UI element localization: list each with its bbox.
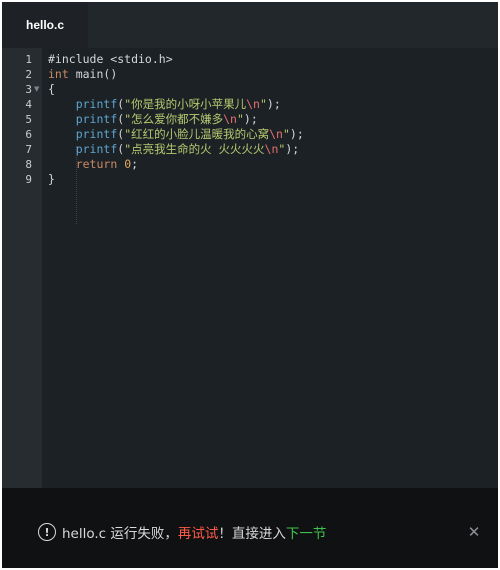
line-number: 4 xyxy=(25,98,32,111)
code-token: printf xyxy=(75,112,118,126)
close-icon[interactable]: ✕ xyxy=(467,524,481,540)
retry-link[interactable]: 再试试 xyxy=(178,522,219,542)
line-number: 3 xyxy=(25,83,32,96)
code-line: return 0; xyxy=(48,157,138,172)
code-token: { xyxy=(48,82,55,96)
code-token: " xyxy=(282,127,290,141)
code-token: \n xyxy=(269,127,283,141)
code-line: printf("红红的小脸儿温暖我的心窝\n"); xyxy=(48,127,304,142)
code-token: " xyxy=(259,97,267,111)
code-token: ); xyxy=(243,112,258,126)
code-token: "点亮我生命的火 火火火火 xyxy=(124,142,265,156)
code-token: ); xyxy=(289,127,304,141)
code-token: "红红的小脸儿温暖我的心窝 xyxy=(124,127,270,141)
line-number: 6 xyxy=(25,128,32,141)
line-number: 5 xyxy=(25,113,32,126)
run-status-message: ! hello.c 运行失败， 再试试 ！直接进入 下一节 xyxy=(38,522,326,542)
status-text: hello.c 运行失败， xyxy=(62,526,178,542)
code-area[interactable]: #include <stdio.h> int main(){ printf("你是… xyxy=(42,48,498,488)
code-token: ); xyxy=(285,142,300,156)
code-token: int xyxy=(48,67,69,81)
code-token: main() xyxy=(68,67,118,81)
code-token: printf xyxy=(75,142,118,156)
code-line: #include <stdio.h> xyxy=(48,52,173,67)
code-line: printf("你是我的小呀小苹果儿\n"); xyxy=(48,97,281,112)
line-number: 8 xyxy=(25,158,32,171)
line-number: 7 xyxy=(25,143,32,156)
code-token: \n xyxy=(264,142,279,156)
fold-arrow-icon[interactable]: ▼ xyxy=(34,82,41,97)
code-editor-window: hello.c 1 2 3 ▼ 4 5 6 7 8 9 #include <stdio.h> int… xyxy=(2,2,498,488)
code-token: printf xyxy=(75,127,118,141)
code-token: return xyxy=(75,157,118,171)
code-line: int main() xyxy=(48,67,117,82)
code-token: \n xyxy=(223,112,237,126)
code-line: { xyxy=(48,82,55,97)
code-token: ; xyxy=(131,157,139,171)
run-status-bar: ! hello.c 运行失败， 再试试 ！直接进入 下一节 ✕ xyxy=(2,488,498,568)
tab-bar: hello.c xyxy=(2,2,498,48)
line-number: 1 xyxy=(25,53,32,66)
line-number-gutter: 1 2 3 ▼ 4 5 6 7 8 9 xyxy=(2,48,42,488)
code-token: " xyxy=(236,112,244,126)
tab-hello-c[interactable]: hello.c xyxy=(2,2,88,48)
code-token: \n xyxy=(246,97,260,111)
code-token: printf xyxy=(75,97,118,111)
line-number: 2 xyxy=(25,68,32,81)
code-token: "你是我的小呀小苹果儿 xyxy=(124,97,247,111)
status-text-middle: ！直接进入 xyxy=(218,526,286,542)
code-line: } xyxy=(48,172,55,187)
code-token: "怎么爱你都不嫌多 xyxy=(124,112,224,126)
code-line: printf("点亮我生命的火 火火火火\n"); xyxy=(48,142,300,157)
code-line: printf("怎么爱你都不嫌多\n"); xyxy=(48,112,258,127)
alert-circle-icon: ! xyxy=(38,523,56,541)
next-section-link[interactable]: 下一节 xyxy=(286,522,327,542)
line-number: 9 xyxy=(25,173,32,186)
code-token: } xyxy=(48,172,55,186)
code-token: ); xyxy=(266,97,281,111)
code-token: #include <stdio.h> xyxy=(48,52,173,66)
